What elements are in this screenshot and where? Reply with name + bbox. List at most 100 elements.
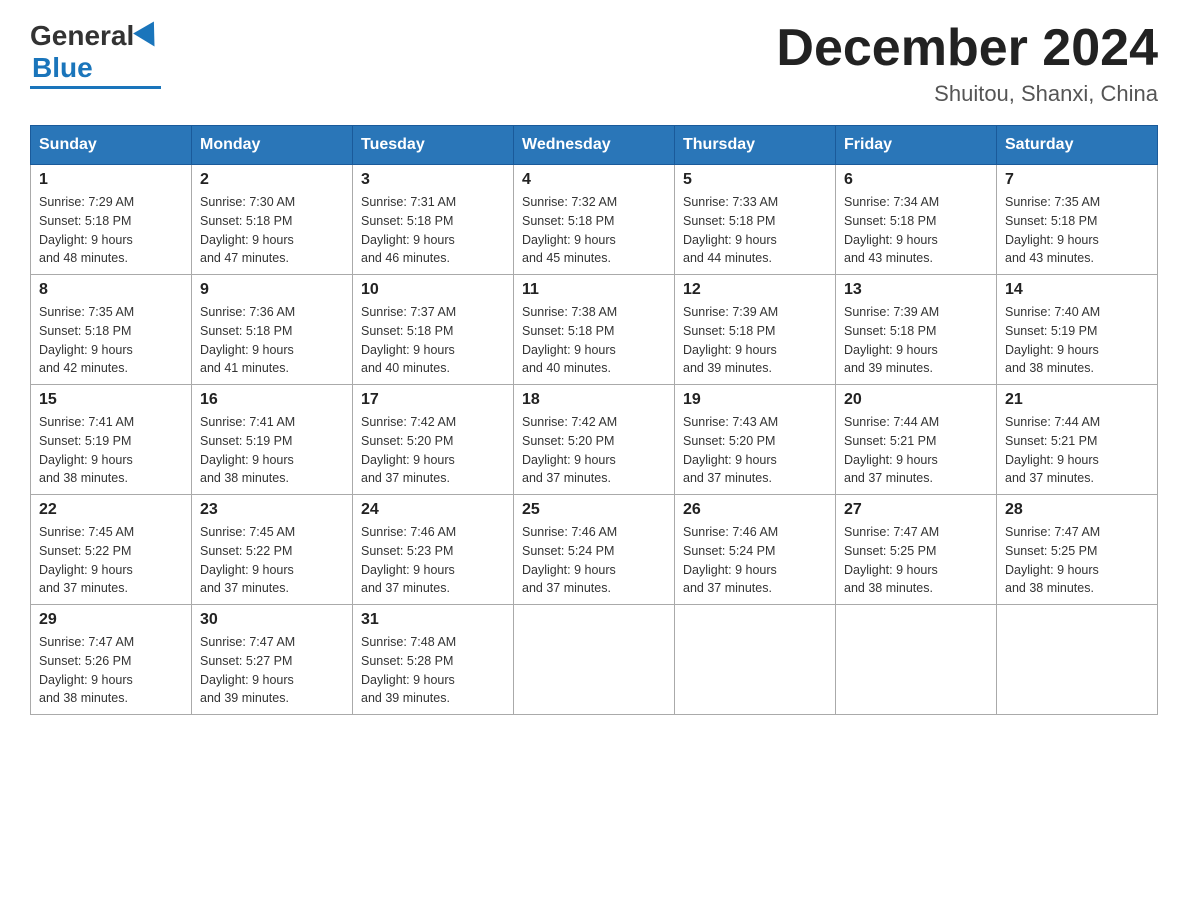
day-info: Sunrise: 7:29 AM Sunset: 5:18 PM Dayligh…: [39, 193, 183, 268]
table-row: [997, 605, 1158, 715]
title-block: December 2024 Shuitou, Shanxi, China: [776, 20, 1158, 107]
day-number: 16: [200, 391, 344, 409]
header-sunday: Sunday: [31, 126, 192, 165]
day-info: Sunrise: 7:48 AM Sunset: 5:28 PM Dayligh…: [361, 633, 505, 708]
table-row: 8 Sunrise: 7:35 AM Sunset: 5:18 PM Dayli…: [31, 275, 192, 385]
day-number: 31: [361, 611, 505, 629]
day-info: Sunrise: 7:45 AM Sunset: 5:22 PM Dayligh…: [39, 523, 183, 598]
day-info: Sunrise: 7:41 AM Sunset: 5:19 PM Dayligh…: [200, 413, 344, 488]
page-header: General Blue December 2024 Shuitou, Shan…: [30, 20, 1158, 107]
table-row: 27 Sunrise: 7:47 AM Sunset: 5:25 PM Dayl…: [836, 495, 997, 605]
calendar-week-row: 22 Sunrise: 7:45 AM Sunset: 5:22 PM Dayl…: [31, 495, 1158, 605]
header-wednesday: Wednesday: [514, 126, 675, 165]
table-row: 25 Sunrise: 7:46 AM Sunset: 5:24 PM Dayl…: [514, 495, 675, 605]
day-number: 4: [522, 171, 666, 189]
table-row: 3 Sunrise: 7:31 AM Sunset: 5:18 PM Dayli…: [353, 165, 514, 275]
main-title: December 2024: [776, 20, 1158, 77]
table-row: [514, 605, 675, 715]
day-number: 13: [844, 281, 988, 299]
calendar-week-row: 29 Sunrise: 7:47 AM Sunset: 5:26 PM Dayl…: [31, 605, 1158, 715]
day-info: Sunrise: 7:47 AM Sunset: 5:26 PM Dayligh…: [39, 633, 183, 708]
table-row: 2 Sunrise: 7:30 AM Sunset: 5:18 PM Dayli…: [192, 165, 353, 275]
table-row: 14 Sunrise: 7:40 AM Sunset: 5:19 PM Dayl…: [997, 275, 1158, 385]
subtitle: Shuitou, Shanxi, China: [776, 81, 1158, 107]
table-row: [836, 605, 997, 715]
table-row: 1 Sunrise: 7:29 AM Sunset: 5:18 PM Dayli…: [31, 165, 192, 275]
table-row: 26 Sunrise: 7:46 AM Sunset: 5:24 PM Dayl…: [675, 495, 836, 605]
day-info: Sunrise: 7:46 AM Sunset: 5:24 PM Dayligh…: [522, 523, 666, 598]
table-row: 13 Sunrise: 7:39 AM Sunset: 5:18 PM Dayl…: [836, 275, 997, 385]
table-row: 21 Sunrise: 7:44 AM Sunset: 5:21 PM Dayl…: [997, 385, 1158, 495]
day-info: Sunrise: 7:47 AM Sunset: 5:25 PM Dayligh…: [844, 523, 988, 598]
day-number: 29: [39, 611, 183, 629]
day-number: 14: [1005, 281, 1149, 299]
day-number: 10: [361, 281, 505, 299]
day-number: 11: [522, 281, 666, 299]
day-info: Sunrise: 7:39 AM Sunset: 5:18 PM Dayligh…: [683, 303, 827, 378]
day-number: 3: [361, 171, 505, 189]
day-number: 9: [200, 281, 344, 299]
table-row: 23 Sunrise: 7:45 AM Sunset: 5:22 PM Dayl…: [192, 495, 353, 605]
day-info: Sunrise: 7:34 AM Sunset: 5:18 PM Dayligh…: [844, 193, 988, 268]
day-number: 22: [39, 501, 183, 519]
table-row: 20 Sunrise: 7:44 AM Sunset: 5:21 PM Dayl…: [836, 385, 997, 495]
day-number: 7: [1005, 171, 1149, 189]
day-number: 12: [683, 281, 827, 299]
logo-text: General: [30, 20, 161, 52]
day-number: 20: [844, 391, 988, 409]
table-row: 19 Sunrise: 7:43 AM Sunset: 5:20 PM Dayl…: [675, 385, 836, 495]
table-row: 16 Sunrise: 7:41 AM Sunset: 5:19 PM Dayl…: [192, 385, 353, 495]
table-row: 6 Sunrise: 7:34 AM Sunset: 5:18 PM Dayli…: [836, 165, 997, 275]
calendar-week-row: 15 Sunrise: 7:41 AM Sunset: 5:19 PM Dayl…: [31, 385, 1158, 495]
day-info: Sunrise: 7:39 AM Sunset: 5:18 PM Dayligh…: [844, 303, 988, 378]
day-info: Sunrise: 7:35 AM Sunset: 5:18 PM Dayligh…: [39, 303, 183, 378]
day-number: 25: [522, 501, 666, 519]
day-number: 28: [1005, 501, 1149, 519]
table-row: 24 Sunrise: 7:46 AM Sunset: 5:23 PM Dayl…: [353, 495, 514, 605]
table-row: 29 Sunrise: 7:47 AM Sunset: 5:26 PM Dayl…: [31, 605, 192, 715]
day-info: Sunrise: 7:37 AM Sunset: 5:18 PM Dayligh…: [361, 303, 505, 378]
day-info: Sunrise: 7:46 AM Sunset: 5:24 PM Dayligh…: [683, 523, 827, 598]
table-row: 17 Sunrise: 7:42 AM Sunset: 5:20 PM Dayl…: [353, 385, 514, 495]
calendar-table: Sunday Monday Tuesday Wednesday Thursday…: [30, 125, 1158, 715]
calendar-week-row: 1 Sunrise: 7:29 AM Sunset: 5:18 PM Dayli…: [31, 165, 1158, 275]
header-friday: Friday: [836, 126, 997, 165]
day-info: Sunrise: 7:36 AM Sunset: 5:18 PM Dayligh…: [200, 303, 344, 378]
day-info: Sunrise: 7:33 AM Sunset: 5:18 PM Dayligh…: [683, 193, 827, 268]
table-row: [675, 605, 836, 715]
table-row: 18 Sunrise: 7:42 AM Sunset: 5:20 PM Dayl…: [514, 385, 675, 495]
calendar-week-row: 8 Sunrise: 7:35 AM Sunset: 5:18 PM Dayli…: [31, 275, 1158, 385]
day-number: 8: [39, 281, 183, 299]
day-info: Sunrise: 7:47 AM Sunset: 5:25 PM Dayligh…: [1005, 523, 1149, 598]
header-saturday: Saturday: [997, 126, 1158, 165]
day-number: 17: [361, 391, 505, 409]
table-row: 7 Sunrise: 7:35 AM Sunset: 5:18 PM Dayli…: [997, 165, 1158, 275]
day-info: Sunrise: 7:35 AM Sunset: 5:18 PM Dayligh…: [1005, 193, 1149, 268]
day-number: 27: [844, 501, 988, 519]
day-info: Sunrise: 7:31 AM Sunset: 5:18 PM Dayligh…: [361, 193, 505, 268]
logo: General Blue: [30, 20, 161, 89]
table-row: 22 Sunrise: 7:45 AM Sunset: 5:22 PM Dayl…: [31, 495, 192, 605]
day-info: Sunrise: 7:42 AM Sunset: 5:20 PM Dayligh…: [361, 413, 505, 488]
header-tuesday: Tuesday: [353, 126, 514, 165]
day-info: Sunrise: 7:41 AM Sunset: 5:19 PM Dayligh…: [39, 413, 183, 488]
day-number: 6: [844, 171, 988, 189]
day-info: Sunrise: 7:40 AM Sunset: 5:19 PM Dayligh…: [1005, 303, 1149, 378]
day-number: 18: [522, 391, 666, 409]
table-row: 31 Sunrise: 7:48 AM Sunset: 5:28 PM Dayl…: [353, 605, 514, 715]
logo-general-text: General: [30, 20, 134, 52]
day-info: Sunrise: 7:47 AM Sunset: 5:27 PM Dayligh…: [200, 633, 344, 708]
table-row: 15 Sunrise: 7:41 AM Sunset: 5:19 PM Dayl…: [31, 385, 192, 495]
table-row: 11 Sunrise: 7:38 AM Sunset: 5:18 PM Dayl…: [514, 275, 675, 385]
day-info: Sunrise: 7:44 AM Sunset: 5:21 PM Dayligh…: [844, 413, 988, 488]
day-number: 23: [200, 501, 344, 519]
logo-triangle-icon: [133, 21, 165, 52]
day-info: Sunrise: 7:38 AM Sunset: 5:18 PM Dayligh…: [522, 303, 666, 378]
day-info: Sunrise: 7:42 AM Sunset: 5:20 PM Dayligh…: [522, 413, 666, 488]
day-number: 24: [361, 501, 505, 519]
day-info: Sunrise: 7:43 AM Sunset: 5:20 PM Dayligh…: [683, 413, 827, 488]
table-row: 12 Sunrise: 7:39 AM Sunset: 5:18 PM Dayl…: [675, 275, 836, 385]
table-row: 4 Sunrise: 7:32 AM Sunset: 5:18 PM Dayli…: [514, 165, 675, 275]
logo-blue-text: Blue: [32, 52, 93, 84]
day-number: 15: [39, 391, 183, 409]
